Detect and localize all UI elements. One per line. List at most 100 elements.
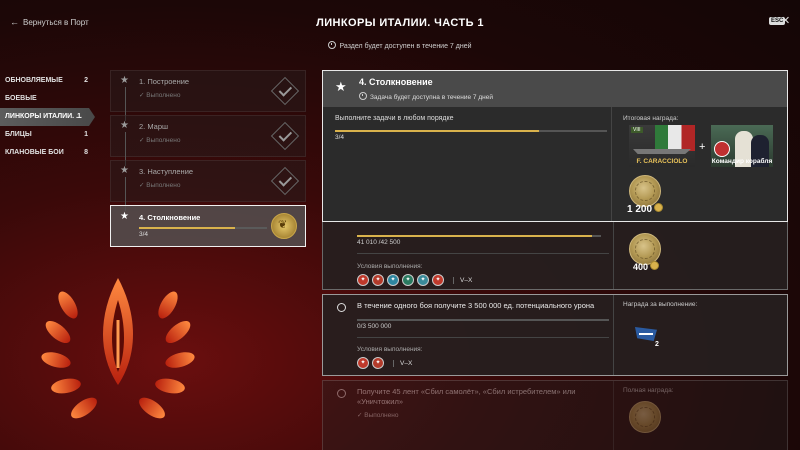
coin-reward-amount: 400 <box>633 261 660 272</box>
nation-icon: ✦ <box>417 274 429 286</box>
task-progress-fill <box>335 130 539 132</box>
conditions-label: Условия выполнения: <box>357 263 423 270</box>
ship-name: F. CARACCIOLO <box>636 158 688 165</box>
italy-flag-icon <box>655 125 695 151</box>
nation-icon: ✦ <box>372 274 384 286</box>
subtask-description: В течение одного боя получите 3 500 000 … <box>357 301 595 310</box>
stage-item-2[interactable]: ★ 2. Марш ✓ Выполнено <box>110 115 306 166</box>
category-item-clan-battles[interactable]: КЛАНОВЫЕ БОИ 8 <box>0 144 96 162</box>
star-icon: ★ <box>120 120 129 131</box>
category-item-combat[interactable]: БОЕВЫЕ <box>0 90 96 108</box>
nation-icon: ✦ <box>357 274 369 286</box>
category-count: 1 <box>84 131 88 138</box>
clock-icon <box>328 41 337 49</box>
incomplete-circle-icon <box>337 303 346 312</box>
stage-list: ★ 1. Построение ✓ Выполнено ★ 2. Марш ✓ … <box>110 70 306 250</box>
tier-range: V–X <box>453 276 472 284</box>
subtask-progress-fill <box>357 235 593 237</box>
subtask-card-3[interactable]: Получите 45 лент «Сбил самолёт», «Сбил и… <box>322 380 788 450</box>
conditions-label: Условия выполнения: <box>357 346 423 353</box>
stage-name: 2. Марш <box>139 122 169 131</box>
category-label: КЛАНОВЫЕ БОИ <box>5 149 64 156</box>
star-icon: ★ <box>120 165 129 176</box>
commander-name: Командир корабля <box>711 158 773 165</box>
completed-check-icon <box>270 76 300 106</box>
nation-icon: ✦ <box>357 357 369 369</box>
stage-item-3[interactable]: ★ 3. Наступление ✓ Выполнено <box>110 160 306 211</box>
star-icon: ★ <box>120 75 129 86</box>
close-icon[interactable]: ✕ <box>781 14 790 27</box>
plus-sign: + <box>699 141 706 153</box>
nation-icon: ✦ <box>387 274 399 286</box>
tier-range: V–X <box>393 359 412 367</box>
category-count: 1 <box>77 113 81 120</box>
column-divider <box>613 381 614 450</box>
flag-reward-count: 2 <box>655 341 659 348</box>
subtask-status-text: Выполнено <box>364 412 399 419</box>
coin-amount-text: 400 <box>633 262 649 272</box>
stage-status-text: Выполнено <box>146 92 181 99</box>
stage-status: ✓ Выполнено <box>139 137 181 144</box>
page-title: ЛИНКОРЫ ИТАЛИИ. ЧАСТЬ 1 <box>316 17 484 29</box>
stage-name: 1. Построение <box>139 77 190 86</box>
category-label: ЛИНКОРЫ ИТАЛИИ. ... <box>5 113 82 120</box>
section-availability: Раздел будет доступен в течение 7 дней <box>0 41 800 50</box>
signal-flag-icon <box>635 327 657 341</box>
subtask-card-2[interactable]: В течение одного боя получите 3 500 000 … <box>322 294 788 376</box>
column-divider <box>613 219 614 289</box>
clock-icon <box>359 92 367 100</box>
section-availability-text: Раздел будет доступен в течение 7 дней <box>339 43 472 50</box>
subtask-progress-text: 41 010 /42 500 <box>357 239 401 246</box>
category-count: 2 <box>84 77 88 84</box>
completion-reward-label: Награда за выполнение: <box>623 301 698 308</box>
laurel-emblem-icon <box>41 278 195 419</box>
laurel-medal-icon <box>271 213 297 239</box>
category-item-italian-battleships[interactable]: ЛИНКОРЫ ИТАЛИИ. ... 1 <box>0 108 95 126</box>
category-label: БЛИЦЫ <box>5 131 32 138</box>
final-reward-label: Итоговая награда: <box>623 115 679 122</box>
subtask-progress-bar <box>357 319 609 321</box>
nation-icon: ✦ <box>402 274 414 286</box>
tier-badge: VIII <box>631 127 643 133</box>
credits-icon <box>650 261 660 270</box>
nation-icons: ✦ ✦ ✦ ✦ ✦ ✦ V–X <box>357 274 472 286</box>
ship-icon <box>633 149 691 154</box>
subtask-progress-text: 0/3 500 000 <box>357 323 392 330</box>
star-icon: ★ <box>120 211 129 222</box>
subtask-description: Получите 45 лент «Сбил самолёт», «Сбил и… <box>357 387 576 406</box>
task-pane: ★ 4. Столкновение Задача будет доступна … <box>322 70 788 450</box>
stage-item-1[interactable]: ★ 1. Построение ✓ Выполнено <box>110 70 306 121</box>
task-header-card: ★ 4. Столкновение Задача будет доступна … <box>322 70 788 222</box>
coin-amount-text: 1 200 <box>627 204 653 215</box>
credits-icon <box>654 203 664 212</box>
subtask-card-1[interactable]: 41 010 /42 500 Условия выполнения: ✦ ✦ ✦… <box>322 218 788 290</box>
stage-name: 4. Столкновение <box>139 213 201 222</box>
stage-status-text: Выполнено <box>146 182 181 189</box>
stage-item-4[interactable]: ★ 4. Столкновение 3/4 <box>110 205 306 247</box>
stage-progress-bar <box>139 227 267 229</box>
star-icon: ★ <box>335 79 347 94</box>
task-title: 4. Столкновение <box>359 77 433 87</box>
category-label: БОЕВЫЕ <box>5 95 37 102</box>
top-bar: ← Вернуться в Порт ЛИНКОРЫ ИТАЛИИ. ЧАСТЬ… <box>0 0 800 60</box>
stage-name: 3. Наступление <box>139 167 194 176</box>
divider <box>357 337 609 338</box>
task-progress-text: 3/4 <box>335 134 345 141</box>
task-availability: Задача будет доступна в течение 7 дней <box>359 92 493 101</box>
column-divider <box>613 295 614 375</box>
divider <box>357 253 609 254</box>
coin-reward-amount: 1 200 <box>627 203 664 215</box>
stage-status-text: Выполнено <box>146 137 181 144</box>
category-item-blitz[interactable]: БЛИЦЫ 1 <box>0 126 96 144</box>
completed-check-icon <box>270 121 300 151</box>
commander-badge-icon <box>714 141 730 157</box>
subtask-progress-bar <box>357 235 601 237</box>
category-count: 8 <box>84 149 88 156</box>
category-list: ОБНОВЛЯЕМЫЕ 2 БОЕВЫЕ ЛИНКОРЫ ИТАЛИИ. ...… <box>0 72 96 162</box>
subtask-status: ✓ Выполнено <box>357 412 399 419</box>
coin-reward-icon <box>629 401 661 433</box>
incomplete-circle-icon <box>337 389 346 398</box>
category-item-updatable[interactable]: ОБНОВЛЯЕМЫЕ 2 <box>0 72 96 90</box>
task-progress-bar <box>335 130 607 132</box>
category-label: ОБНОВЛЯЕМЫЕ <box>5 77 63 84</box>
